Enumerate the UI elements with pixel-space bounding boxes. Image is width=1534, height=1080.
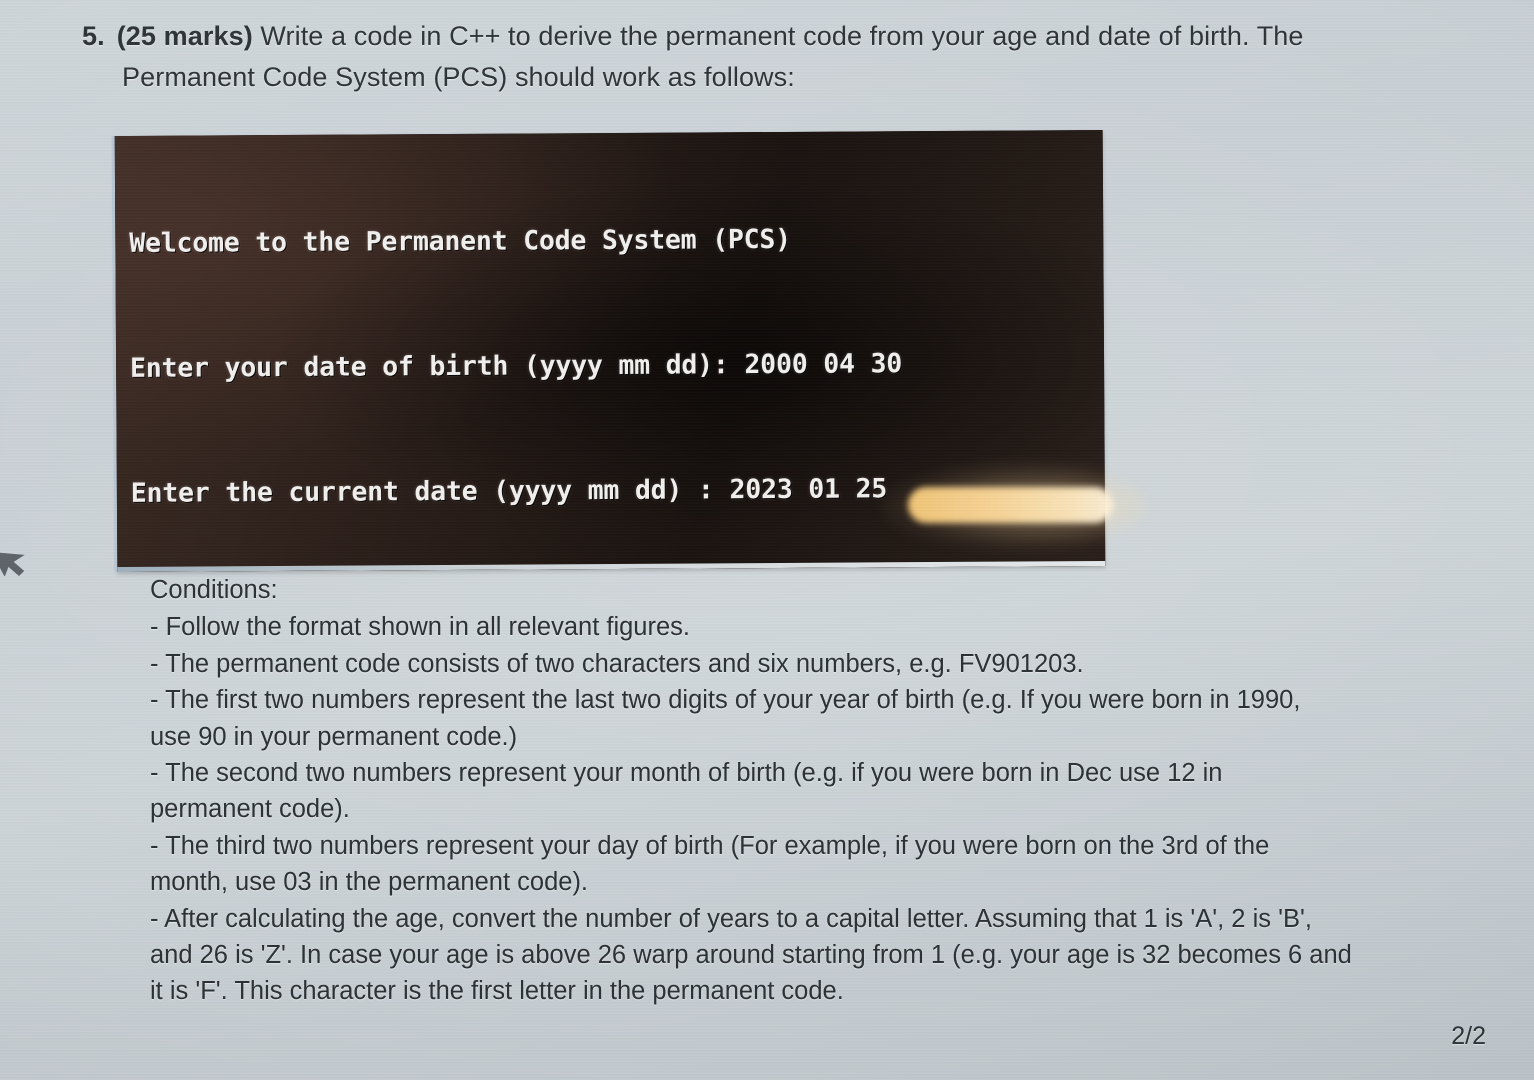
page-number: 2/2 bbox=[1451, 1022, 1486, 1050]
lamp-glare-reflection bbox=[908, 487, 1113, 523]
terminal-line: Welcome to the Permanent Code System (PC… bbox=[129, 224, 792, 260]
question-marks: (25 marks) bbox=[116, 21, 253, 51]
condition-item: - The second two numbers represent your … bbox=[150, 759, 1223, 824]
document-page: 5. (25 marks) Write a code in C++ to deri… bbox=[0, 0, 1534, 1080]
question-statement: 5. (25 marks) Write a code in C++ to deri… bbox=[82, 16, 1482, 98]
condition-item: - After calculating the age, convert the… bbox=[150, 904, 1352, 1006]
conditions-section: Conditions: - Follow the format shown in… bbox=[150, 572, 1500, 1010]
cursor-arrow-icon bbox=[0, 552, 25, 576]
terminal-line: Enter your date of birth (yyyy mm dd): 2… bbox=[130, 348, 903, 384]
conditions-title: Conditions: bbox=[150, 576, 278, 604]
question-number: 5. bbox=[82, 21, 105, 51]
question-line-1-text: Write a code in C++ to derive the perman… bbox=[252, 21, 1304, 51]
condition-item: - The third two numbers represent your d… bbox=[150, 831, 1270, 897]
condition-item: - The first two numbers represent the la… bbox=[150, 686, 1301, 751]
condition-item: - The permanent code consists of two cha… bbox=[150, 649, 1084, 678]
condition-item: - Follow the format shown in all relevan… bbox=[150, 613, 690, 642]
question-line-1: 5. (25 marks) Write a code in C++ to deri… bbox=[82, 16, 1482, 57]
question-line-2: Permanent Code System (PCS) should work … bbox=[122, 62, 795, 92]
